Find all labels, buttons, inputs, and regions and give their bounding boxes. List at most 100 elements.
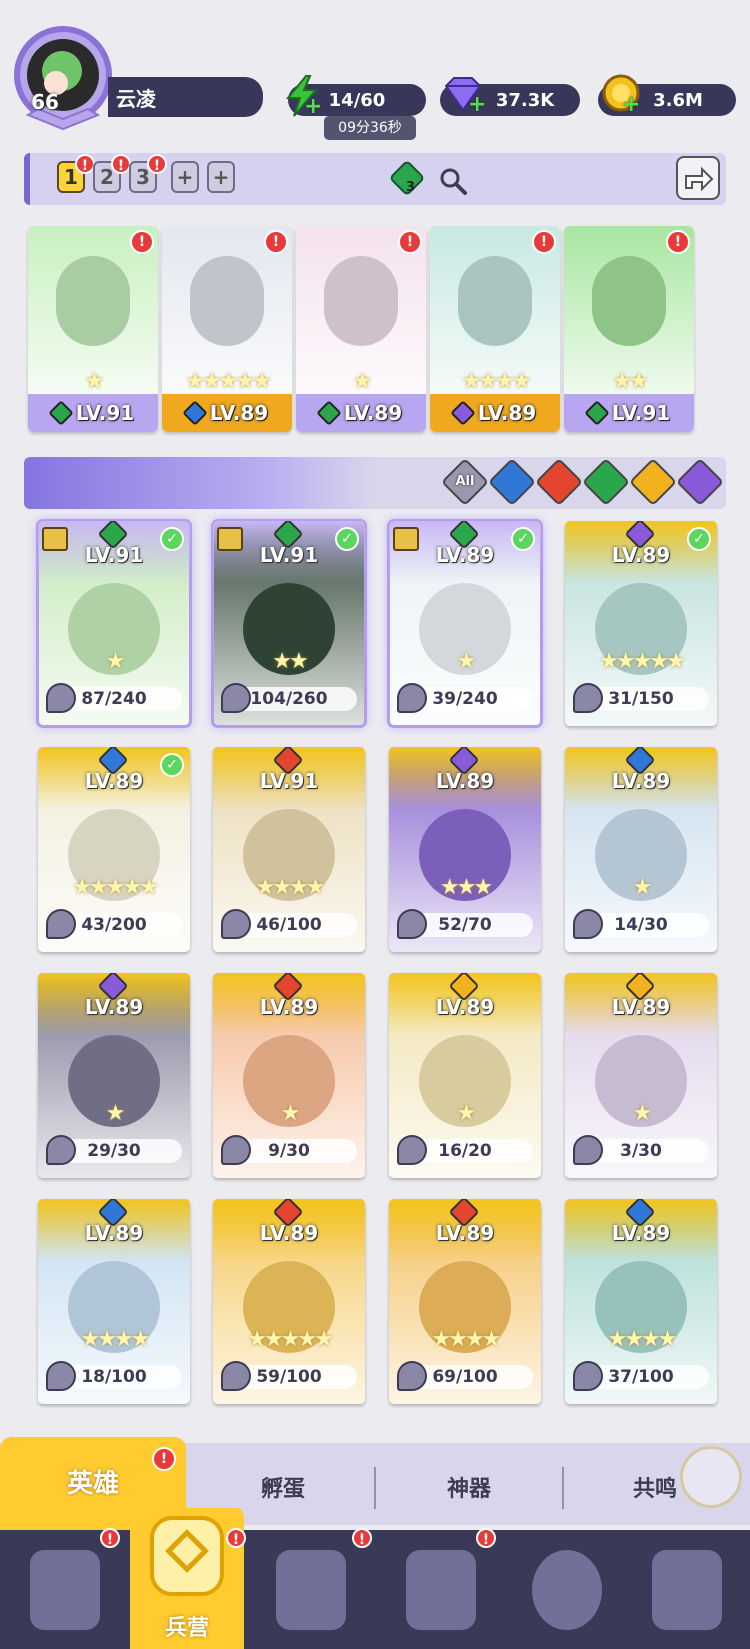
shard-icon [573,683,603,713]
team-hero-card[interactable]: ! ★★★★ LV.89 [430,226,560,432]
hero-card[interactable]: LV.91 ★★★★ 46/100 [213,747,365,952]
hero-card[interactable]: ✓ LV.91 ★★ 104/260 [211,519,367,728]
hero-level: LV.89 [611,769,671,793]
hero-card[interactable]: LV.89 ★★★★★ 59/100 [213,1199,365,1404]
player-avatar[interactable] [10,25,116,133]
team-hero-card[interactable]: ! ★★ LV.91 [564,226,694,432]
shard-icon [397,683,427,713]
shard-icon [573,909,603,939]
nav-temple[interactable] [386,1540,496,1640]
shard-icon [221,1361,251,1391]
hero-portrait [324,256,398,346]
hero-stars: ★ [280,1101,301,1126]
hero-stars: ★★★★ [431,1327,502,1352]
hero-level-strip: LV.91 [28,394,158,432]
hero-level: LV.89 [611,543,671,567]
shard-count: 52/70 [438,915,492,935]
hero-stars: ★★ [272,649,308,674]
shard-icon [221,909,251,939]
nav-summon[interactable] [512,1540,622,1640]
guild-icon [652,1550,722,1630]
hero-level: LV.89 [435,543,495,567]
shard-progress: 43/200 [46,909,182,939]
hero-card[interactable]: LV.89 ★ 16/20 [389,973,541,1178]
share-icon[interactable] [676,156,720,200]
team-hero-card[interactable]: ! ★★★★★ LV.89 [162,226,292,432]
shard-count: 9/30 [268,1141,310,1161]
shard-progress: 104/260 [221,683,357,713]
hero-portrait [190,256,264,346]
shard-count: 18/100 [81,1367,147,1387]
element-icon [48,400,74,426]
shard-progress: 16/20 [397,1135,533,1165]
shard-icon [397,909,427,939]
nav-book[interactable] [256,1540,366,1640]
hero-card[interactable]: ✓ LV.89 ★ 39/240 [387,519,543,728]
hero-stars: ★ [632,875,653,900]
hero-stars: ★★★ [439,875,493,900]
hero-card[interactable]: LV.89 ★★★★ 37/100 [565,1199,717,1404]
add-gem-icon[interactable]: + [468,92,486,117]
hero-card[interactable]: LV.89 ★ 14/30 [565,747,717,952]
hero-portrait [56,256,130,346]
hero-stars: ★ [105,1101,126,1126]
hero-level: LV.89 [435,1221,495,1245]
element-bonus-count: 3 [406,180,416,195]
hero-portrait [458,256,532,346]
compass-icon[interactable] [680,1446,742,1508]
shard-icon [573,1361,603,1391]
hero-level-strip: LV.89 [162,394,292,432]
shard-icon [46,1361,76,1391]
hero-card[interactable]: LV.89 ★★★★ 18/100 [38,1199,190,1404]
hero-card[interactable]: ✓ LV.91 ★ 87/240 [36,519,192,728]
alert-badge: ! [532,230,556,254]
hero-level: LV.89 [435,995,495,1019]
shard-progress: 29/30 [46,1135,182,1165]
hero-card[interactable]: LV.89 ★ 29/30 [38,973,190,1178]
shard-progress: 46/100 [221,909,357,939]
team-hero-card[interactable]: ! ★ LV.89 [296,226,426,432]
hero-stars: ★★★★★ [247,1327,334,1352]
shard-count: 31/150 [608,689,674,709]
element-icon [316,400,342,426]
team-tab-add[interactable]: + [171,161,199,193]
hero-card[interactable]: LV.89 ★ 9/30 [213,973,365,1178]
hero-stars: ★ [456,649,477,674]
hero-level: LV.89 [84,995,144,1019]
shard-count: 43/200 [81,915,147,935]
alert-badge: ! [476,1528,496,1548]
hero-card[interactable]: ✓ LV.89 ★★★★★ 43/200 [38,747,190,952]
shard-progress: 87/240 [46,683,182,713]
add-energy-icon[interactable]: + [304,94,322,119]
shard-icon [573,1135,603,1165]
element-icon [182,400,208,426]
team-tab-add[interactable]: + [207,161,235,193]
shard-count: 39/240 [432,689,498,709]
alert-badge: ! [398,230,422,254]
nav-guild[interactable] [632,1540,742,1640]
shard-icon [46,683,76,713]
hero-card[interactable]: ✓ LV.89 ★★★★★ 31/150 [565,521,717,726]
hero-level: LV.89 [477,401,537,425]
shard-progress: 18/100 [46,1361,182,1391]
search-icon[interactable] [438,166,468,196]
hero-card[interactable]: LV.89 ★ 3/30 [565,973,717,1178]
alert-badge: ! [666,230,690,254]
hero-stars: ★★★★★ [72,875,159,900]
player-name: 云凌 [108,77,263,117]
hero-card[interactable]: LV.89 ★★★★ 69/100 [389,1199,541,1404]
add-gold-icon[interactable]: + [622,92,640,117]
shard-icon [397,1361,427,1391]
hero-level: LV.89 [84,1221,144,1245]
shard-icon [46,909,76,939]
hero-stars: ★ [632,1101,653,1126]
alert-badge: ! [152,1447,176,1471]
nav-cards[interactable] [10,1540,120,1640]
shard-icon [46,1135,76,1165]
hero-level: LV.91 [84,543,144,567]
hero-level-strip: LV.89 [430,394,560,432]
tab-artifact[interactable]: 神器 [376,1450,562,1530]
team-hero-card[interactable]: ! ★ LV.91 [28,226,158,432]
hero-card[interactable]: LV.89 ★★★ 52/70 [389,747,541,952]
filter-label: All [455,474,475,489]
